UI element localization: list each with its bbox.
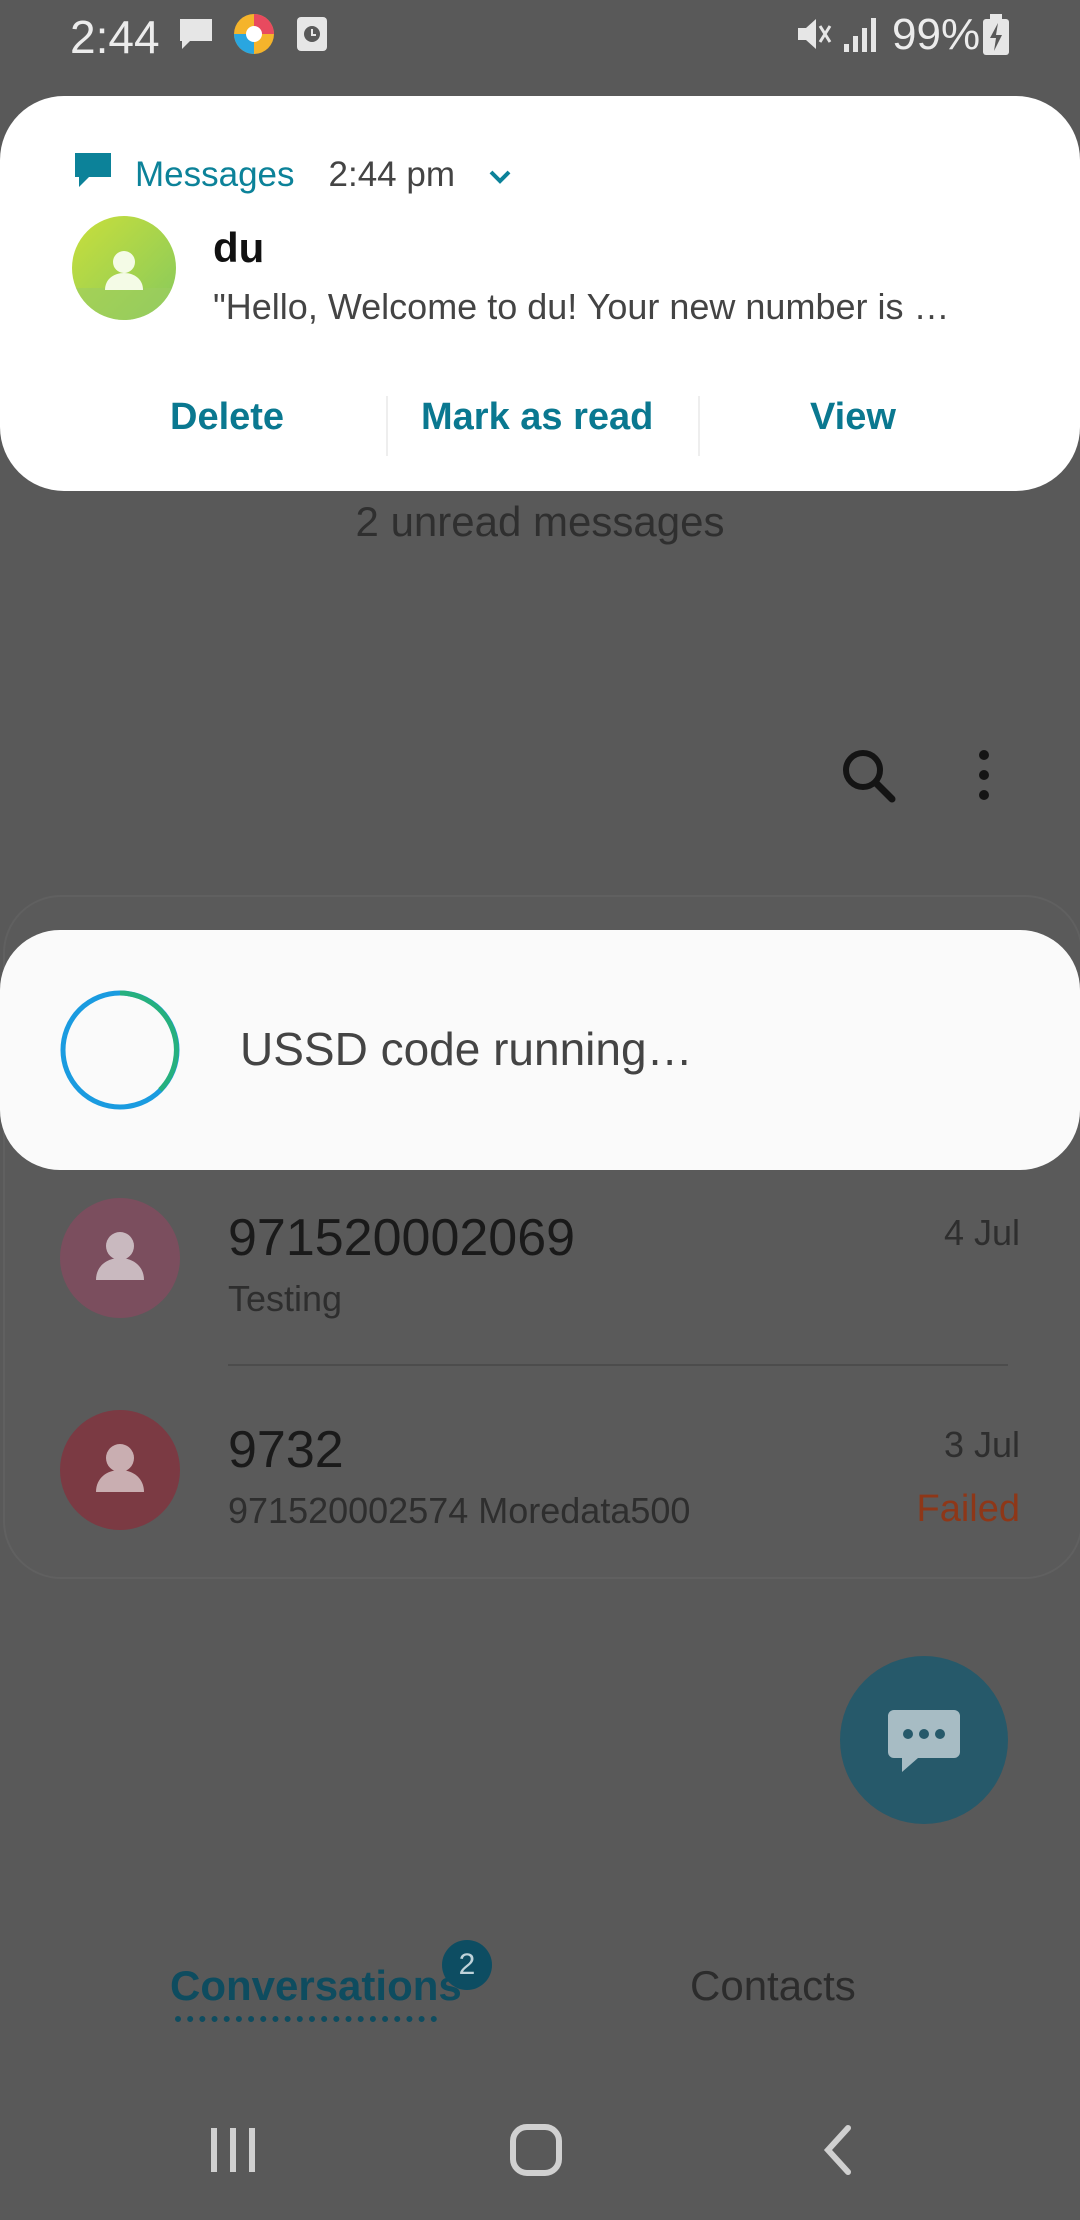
status-time: 2:44 [70,11,160,63]
home-button[interactable] [508,2122,564,2183]
avatar [72,216,176,320]
home-icon [508,2122,564,2183]
search-icon [838,745,898,810]
notification-sender: du [213,224,265,271]
back-button[interactable] [818,2122,858,2183]
unread-count-label: 2 unread messages [355,498,725,545]
notification-app-name: Messages [135,154,295,194]
unread-badge: 2 [442,1940,492,1990]
conversation-row[interactable]: 9732 971520002574 Moredata500 3 Jul Fail… [60,1410,1020,1560]
contact-name: 971520002069 [228,1209,576,1267]
notification-header: Messages 2:44 pm [73,151,513,198]
message-preview: Testing [228,1278,343,1319]
message-notification[interactable]: Messages 2:44 pm du "Hello, Welcome to d… [0,96,1080,491]
tab-conversations[interactable]: Conversations [170,1962,462,2010]
expand-chevron-icon[interactable] [487,155,513,195]
divider [698,396,700,456]
tab-indicator [175,2016,437,2022]
more-options-button[interactable] [970,745,998,810]
clock-app-icon [296,16,328,57]
notification-actions: Delete Mark as read View [0,396,1080,456]
messages-app-icon [73,151,113,198]
notification-time: 2:44 pm [328,154,455,194]
notification-preview: "Hello, Welcome to du! Your new number i… [213,286,950,327]
message-date: 4 Jul [943,1212,1020,1253]
battery-percent: 99% [892,10,981,59]
more-vert-icon [970,745,998,810]
conversation-row[interactable]: 971520002069 Testing 4 Jul [60,1198,1020,1348]
view-button[interactable]: View [810,396,896,439]
mute-icon [794,14,834,59]
signal-icon [842,14,882,59]
message-date: 3 Jul [943,1424,1020,1465]
ussd-dialog: USSD code running… [0,930,1080,1170]
recent-apps-button[interactable] [205,2124,261,2181]
compose-message-icon [886,1706,962,1783]
loading-spinner-icon [58,988,182,1117]
message-preview: 971520002574 Moredata500 [228,1490,691,1531]
mark-as-read-button[interactable]: Mark as read [421,396,653,439]
battery-charging-icon [982,14,1010,61]
contact-name: 9732 [228,1421,344,1479]
back-icon [818,2122,858,2183]
divider [386,396,388,456]
search-button[interactable] [838,745,898,810]
failed-status: Failed [916,1488,1021,1530]
browser-icon [232,12,276,61]
avatar [60,1198,180,1318]
compose-button[interactable] [840,1656,1008,1824]
ussd-status-text: USSD code running… [240,1023,693,1075]
recent-apps-icon [205,2124,261,2181]
divider [228,1364,1008,1366]
avatar [60,1410,180,1530]
chat-icon [176,14,216,59]
delete-button[interactable]: Delete [170,396,284,439]
tab-contacts[interactable]: Contacts [690,1962,856,2010]
